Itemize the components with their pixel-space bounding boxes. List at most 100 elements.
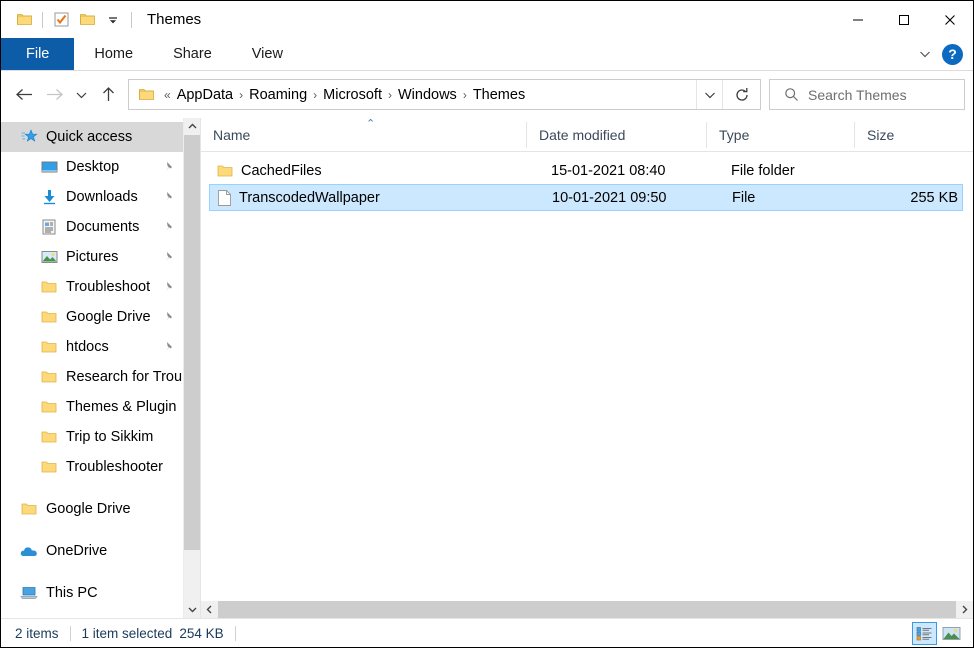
pin-icon[interactable] bbox=[163, 281, 175, 293]
chevron-down-icon[interactable] bbox=[100, 7, 126, 33]
horizontal-scroll-thumb[interactable] bbox=[218, 601, 956, 618]
sidebar-item-label: Documents bbox=[66, 219, 140, 235]
quick-access-star-icon bbox=[19, 127, 39, 147]
sidebar-item-quick-access[interactable]: Quick access bbox=[1, 122, 183, 152]
column-header-date-modified[interactable]: Date modified bbox=[526, 121, 706, 148]
ribbon-right-controls: ? bbox=[912, 38, 973, 70]
sidebar-item-research-for-trou[interactable]: Research for Trou bbox=[1, 362, 183, 392]
pin-icon[interactable] bbox=[163, 221, 175, 233]
sidebar-item-label: Google Drive bbox=[66, 309, 151, 325]
sidebar-scroll-thumb[interactable] bbox=[184, 135, 200, 550]
pin-icon[interactable] bbox=[163, 191, 175, 203]
up-button[interactable] bbox=[93, 80, 123, 110]
details-view-button[interactable] bbox=[912, 621, 937, 645]
sidebar-item-desktop[interactable]: Desktop bbox=[1, 152, 183, 182]
sidebar-item-google-drive-pinned[interactable]: Google Drive bbox=[1, 302, 183, 332]
maximize-button[interactable] bbox=[881, 1, 927, 38]
this-pc-icon bbox=[19, 583, 39, 603]
close-button[interactable] bbox=[927, 1, 973, 38]
scroll-left-icon[interactable] bbox=[201, 601, 218, 618]
tab-view[interactable]: View bbox=[232, 38, 303, 70]
quick-access-toolbar bbox=[1, 7, 137, 33]
sidebar-item-themes-and-plugin[interactable]: Themes & Plugin bbox=[1, 392, 183, 422]
pin-icon[interactable] bbox=[163, 311, 175, 323]
file-explorer-window: Themes File Home Share View ? « AppData … bbox=[0, 0, 974, 648]
back-button[interactable] bbox=[9, 80, 39, 110]
folder-icon[interactable] bbox=[74, 7, 100, 33]
pin-icon[interactable] bbox=[163, 341, 175, 353]
sidebar-item-troubleshooter[interactable]: Troubleshooter bbox=[1, 452, 183, 482]
item-count-label: 2 items bbox=[15, 625, 59, 641]
breadcrumb-overflow[interactable]: « bbox=[163, 88, 172, 102]
tab-file[interactable]: File bbox=[1, 38, 75, 70]
recent-locations-button[interactable] bbox=[69, 80, 93, 110]
sidebar-scrollbar[interactable] bbox=[183, 118, 200, 618]
minimize-button[interactable] bbox=[835, 1, 881, 38]
sidebar-item-label: Troubleshoot bbox=[66, 279, 151, 295]
file-name-label: TranscodedWallpaper bbox=[239, 189, 380, 206]
downloads-icon bbox=[39, 187, 59, 207]
breadcrumb[interactable]: « AppData › Roaming › Microsoft › Window… bbox=[129, 85, 696, 105]
large-icons-view-button[interactable] bbox=[939, 622, 964, 645]
selection-label: 1 item selected bbox=[81, 625, 173, 641]
tab-share[interactable]: Share bbox=[153, 38, 232, 70]
chevron-down-icon[interactable] bbox=[912, 41, 938, 67]
table-row[interactable]: CachedFiles 15-01-2021 08:40 File folder bbox=[209, 157, 963, 184]
sidebar-item-documents[interactable]: Documents bbox=[1, 212, 183, 242]
checkbox-icon[interactable] bbox=[48, 7, 74, 33]
file-rows: CachedFiles 15-01-2021 08:40 File folder bbox=[201, 152, 973, 601]
sidebar-item-htdocs[interactable]: htdocs bbox=[1, 332, 183, 362]
breadcrumb-item-appdata[interactable]: AppData bbox=[172, 85, 238, 105]
search-placeholder: Search Themes bbox=[808, 86, 907, 103]
sidebar-item-this-pc[interactable]: This PC bbox=[1, 578, 183, 608]
scroll-down-icon[interactable] bbox=[184, 601, 200, 618]
pin-icon[interactable] bbox=[163, 251, 175, 263]
folder-icon bbox=[39, 307, 59, 327]
title-bar: Themes bbox=[1, 1, 973, 38]
column-header-type[interactable]: Type bbox=[706, 121, 854, 148]
folder-icon bbox=[217, 164, 233, 178]
file-name-cell: CachedFiles bbox=[209, 163, 534, 179]
file-list-horizontal-scrollbar[interactable] bbox=[201, 601, 973, 618]
sidebar-scroll-track[interactable] bbox=[184, 135, 200, 601]
documents-icon bbox=[39, 217, 59, 237]
sidebar-item-label: Research for Trou bbox=[66, 369, 183, 385]
sidebar-item-onedrive[interactable]: OneDrive bbox=[1, 536, 183, 566]
sort-ascending-icon: ⌃ bbox=[366, 117, 376, 130]
search-input[interactable]: Search Themes bbox=[769, 79, 965, 110]
column-header-name[interactable]: Name ⌃ bbox=[201, 118, 526, 148]
sidebar-item-trip-to-sikkim[interactable]: Trip to Sikkim bbox=[1, 422, 183, 452]
breadcrumb-item-windows[interactable]: Windows bbox=[393, 85, 462, 105]
folder-icon bbox=[39, 277, 59, 297]
breadcrumb-item-roaming[interactable]: Roaming bbox=[244, 85, 312, 105]
help-icon[interactable]: ? bbox=[942, 43, 963, 65]
forward-button[interactable] bbox=[39, 80, 69, 110]
sidebar-item-label: Downloads bbox=[66, 189, 138, 205]
address-field[interactable]: « AppData › Roaming › Microsoft › Window… bbox=[128, 79, 761, 110]
column-header-size[interactable]: Size bbox=[854, 121, 973, 148]
breadcrumb-item-themes[interactable]: Themes bbox=[468, 85, 530, 105]
folder-icon bbox=[19, 499, 39, 519]
horizontal-scroll-track[interactable] bbox=[218, 601, 956, 618]
window-controls bbox=[835, 1, 973, 38]
scroll-right-icon[interactable] bbox=[956, 601, 973, 618]
folder-icon[interactable] bbox=[11, 7, 37, 33]
search-icon bbox=[784, 87, 799, 102]
onedrive-cloud-icon bbox=[19, 541, 39, 561]
window-title: Themes bbox=[147, 11, 202, 28]
scroll-up-icon[interactable] bbox=[184, 118, 200, 135]
sidebar-item-pictures[interactable]: Pictures bbox=[1, 242, 183, 272]
folder-icon bbox=[136, 85, 156, 105]
refresh-icon[interactable] bbox=[722, 80, 760, 109]
table-row[interactable]: TranscodedWallpaper 10-01-2021 09:50 Fil… bbox=[209, 184, 963, 211]
sidebar-item-troubleshoot[interactable]: Troubleshoot bbox=[1, 272, 183, 302]
sidebar-item-google-drive[interactable]: Google Drive bbox=[1, 494, 183, 524]
tab-home[interactable]: Home bbox=[74, 38, 153, 70]
breadcrumb-item-microsoft[interactable]: Microsoft bbox=[318, 85, 387, 105]
sidebar-item-downloads[interactable]: Downloads bbox=[1, 182, 183, 212]
chevron-down-icon[interactable] bbox=[696, 80, 722, 109]
selection-size-label: 254 KB bbox=[179, 625, 224, 641]
pin-icon[interactable] bbox=[163, 161, 175, 173]
status-separator bbox=[234, 625, 236, 641]
file-date-cell: 15-01-2021 08:40 bbox=[551, 162, 666, 179]
